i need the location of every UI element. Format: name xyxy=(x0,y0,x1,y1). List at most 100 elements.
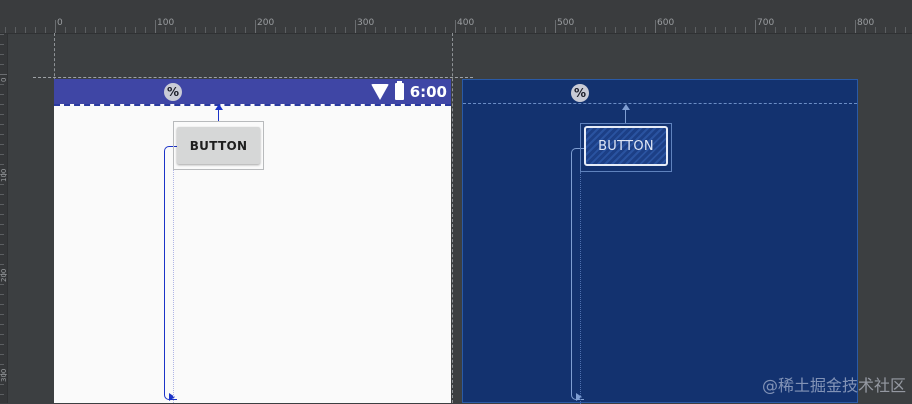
ruler-tick xyxy=(185,27,186,33)
ruler-tick xyxy=(85,27,86,33)
ruler-tick xyxy=(435,27,436,33)
ruler-tick xyxy=(0,264,4,265)
ruler-tick xyxy=(455,20,456,33)
ruler-tick xyxy=(315,27,316,33)
ruler-label: 200 xyxy=(257,18,275,28)
alignment-guide xyxy=(173,170,174,403)
ruler-tick xyxy=(905,27,906,33)
ruler-tick xyxy=(405,27,406,33)
ruler-tick xyxy=(0,294,4,295)
ruler-tick xyxy=(645,27,646,33)
ruler-tick xyxy=(0,214,4,215)
ruler-tick xyxy=(275,27,276,33)
ruler-tick xyxy=(805,27,806,33)
ruler-tick xyxy=(335,27,336,33)
blueprint-surface[interactable]: % BUTTON xyxy=(462,79,858,404)
battery-icon xyxy=(394,81,404,100)
ruler-label: 700 xyxy=(757,18,775,28)
ruler-tick xyxy=(605,27,606,33)
ruler-tick xyxy=(845,27,846,33)
ruler-tick xyxy=(375,27,376,33)
ruler-tick xyxy=(115,27,116,33)
left-constraint-line xyxy=(571,148,584,400)
ruler-tick xyxy=(445,27,446,33)
ruler-tick xyxy=(0,234,4,235)
ruler-label: 0 xyxy=(57,18,63,28)
ruler-tick xyxy=(325,27,326,33)
ruler-tick xyxy=(735,27,736,33)
ruler-tick xyxy=(245,27,246,33)
ruler-tick xyxy=(0,94,4,95)
ruler-tick xyxy=(755,20,756,33)
ruler-tick xyxy=(55,20,56,33)
ruler-tick xyxy=(45,27,46,33)
ruler-tick xyxy=(715,27,716,33)
ruler-tick xyxy=(485,27,486,33)
ruler-tick xyxy=(0,204,4,205)
ruler-tick xyxy=(0,394,4,395)
ruler-tick xyxy=(0,304,4,305)
ruler-tick xyxy=(655,20,656,33)
ruler-tick xyxy=(0,44,4,45)
ruler-tick xyxy=(825,27,826,33)
ruler-tick xyxy=(895,27,896,33)
ruler-tick xyxy=(0,364,4,365)
ruler-tick xyxy=(215,27,216,33)
ruler-tick xyxy=(0,334,4,335)
ruler-tick xyxy=(0,254,4,255)
top-constraint-arrow-icon xyxy=(215,104,223,110)
ruler-tick xyxy=(0,154,4,155)
ruler-tick xyxy=(0,384,4,385)
status-bar-right: 6:00 xyxy=(370,81,447,101)
ruler-tick xyxy=(0,74,7,75)
ruler-label: 100 xyxy=(0,168,8,182)
design-button[interactable]: BUTTON xyxy=(177,127,260,164)
ruler-tick xyxy=(0,124,4,125)
ruler-tick xyxy=(155,20,156,33)
ruler-label: 100 xyxy=(157,18,175,28)
ruler-tick xyxy=(145,27,146,33)
ruler-tick xyxy=(0,284,4,285)
left-ruler: 0 100 200 300 xyxy=(0,34,8,403)
guide-horizontal xyxy=(33,77,473,78)
ruler-tick xyxy=(255,20,256,33)
status-bar-boundary xyxy=(54,104,451,106)
ruler-tick xyxy=(125,27,126,33)
percent-icon: % xyxy=(571,84,589,102)
ruler-tick xyxy=(65,27,66,33)
bottom-constraint-arrow-icon xyxy=(576,393,582,401)
ruler-tick xyxy=(875,27,876,33)
alignment-guide xyxy=(580,172,581,404)
ruler-tick xyxy=(0,324,4,325)
ruler-tick xyxy=(515,27,516,33)
percent-icon: % xyxy=(164,83,182,101)
watermark: @稀土掘金技术社区 xyxy=(761,376,906,395)
ruler-tick xyxy=(105,27,106,33)
ruler-tick xyxy=(675,27,676,33)
ruler-tick xyxy=(555,20,556,33)
blueprint-button[interactable]: BUTTON xyxy=(584,126,668,166)
ruler-tick xyxy=(0,34,4,35)
ruler-tick xyxy=(855,20,856,33)
ruler-tick xyxy=(545,27,546,33)
ruler-tick xyxy=(135,27,136,33)
ruler-tick xyxy=(305,27,306,33)
ruler-tick xyxy=(25,27,26,33)
ruler-tick xyxy=(345,27,346,33)
ruler-label: 800 xyxy=(857,18,875,28)
ruler-tick xyxy=(575,27,576,33)
ruler-tick xyxy=(195,27,196,33)
ruler-tick xyxy=(75,27,76,33)
ruler-tick xyxy=(0,84,4,85)
ruler-tick xyxy=(205,27,206,33)
status-time: 6:00 xyxy=(409,82,447,101)
ruler-tick xyxy=(385,27,386,33)
ruler-tick xyxy=(0,314,4,315)
ruler-tick xyxy=(495,27,496,33)
top-constraint-line xyxy=(625,108,626,123)
ruler-label: 300 xyxy=(0,368,8,382)
design-surface[interactable]: % 6:00 BUTTON xyxy=(54,79,451,403)
ruler-tick xyxy=(5,27,6,33)
ruler-tick xyxy=(0,114,4,115)
ruler-tick xyxy=(0,194,4,195)
